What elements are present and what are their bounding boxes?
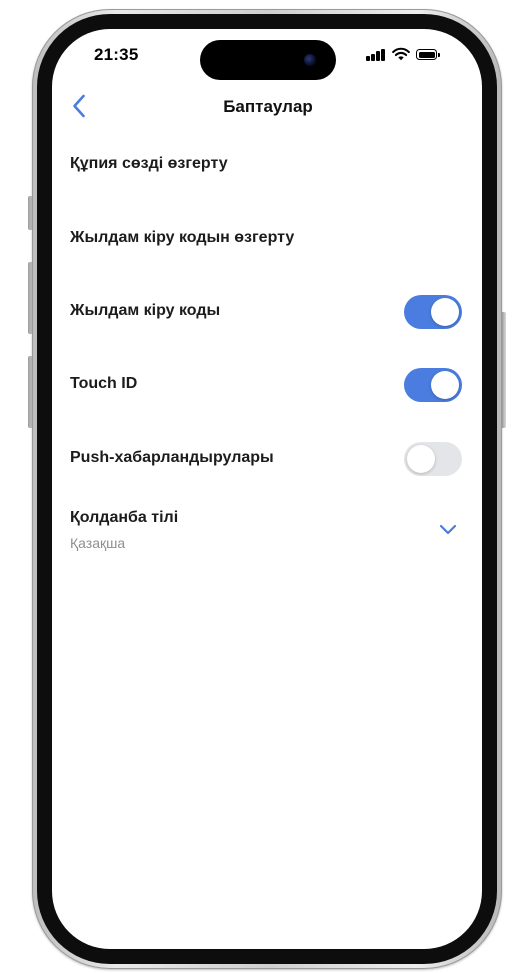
app-language-value: Қазақша (70, 535, 126, 551)
device-mockup: 21:35 Баптаулар Құпия сөзді өзгерту Жылд… (0, 0, 512, 973)
quick-code-toggle[interactable] (404, 295, 462, 329)
app-language-select[interactable]: Қолданба тілі Қазақша (52, 501, 482, 561)
touch-id-label: Touch ID (70, 375, 138, 392)
change-quick-code-item[interactable]: Жылдам кіру кодын өзгерту (52, 219, 482, 259)
touch-id-toggle[interactable] (404, 368, 462, 402)
battery-tip (438, 52, 440, 57)
push-notifications-toggle[interactable] (404, 442, 462, 476)
page-title: Баптаулар (223, 97, 313, 116)
phone-screen: 21:35 Баптаулар Құпия сөзді өзгерту Жылд… (52, 29, 482, 949)
battery-icon (416, 49, 437, 60)
app-language-label: Қолданба тілі (70, 509, 179, 526)
push-notifications-label: Push-хабарландырулары (70, 449, 274, 466)
toggle-knob (431, 298, 459, 326)
quick-code-label: Жылдам кіру коды (70, 302, 221, 319)
toggle-knob (431, 371, 459, 399)
wifi-icon (392, 47, 410, 61)
change-password-item[interactable]: Құпия сөзді өзгерту (52, 145, 482, 185)
change-password-label: Құпия сөзді өзгерту (70, 155, 228, 172)
push-notifications-row: Push-хабарландырулары (52, 439, 482, 479)
quick-code-row: Жылдам кіру коды (52, 292, 482, 332)
dynamic-island (200, 40, 336, 80)
status-time: 21:35 (94, 45, 139, 64)
touch-id-row: Touch ID (52, 365, 482, 405)
chevron-down-icon[interactable] (438, 522, 458, 536)
front-camera-icon (304, 54, 316, 66)
change-quick-code-label: Жылдам кіру кодын өзгерту (70, 229, 295, 246)
cellular-signal-icon (366, 48, 388, 62)
status-icons (366, 47, 446, 62)
toggle-knob (407, 445, 435, 473)
